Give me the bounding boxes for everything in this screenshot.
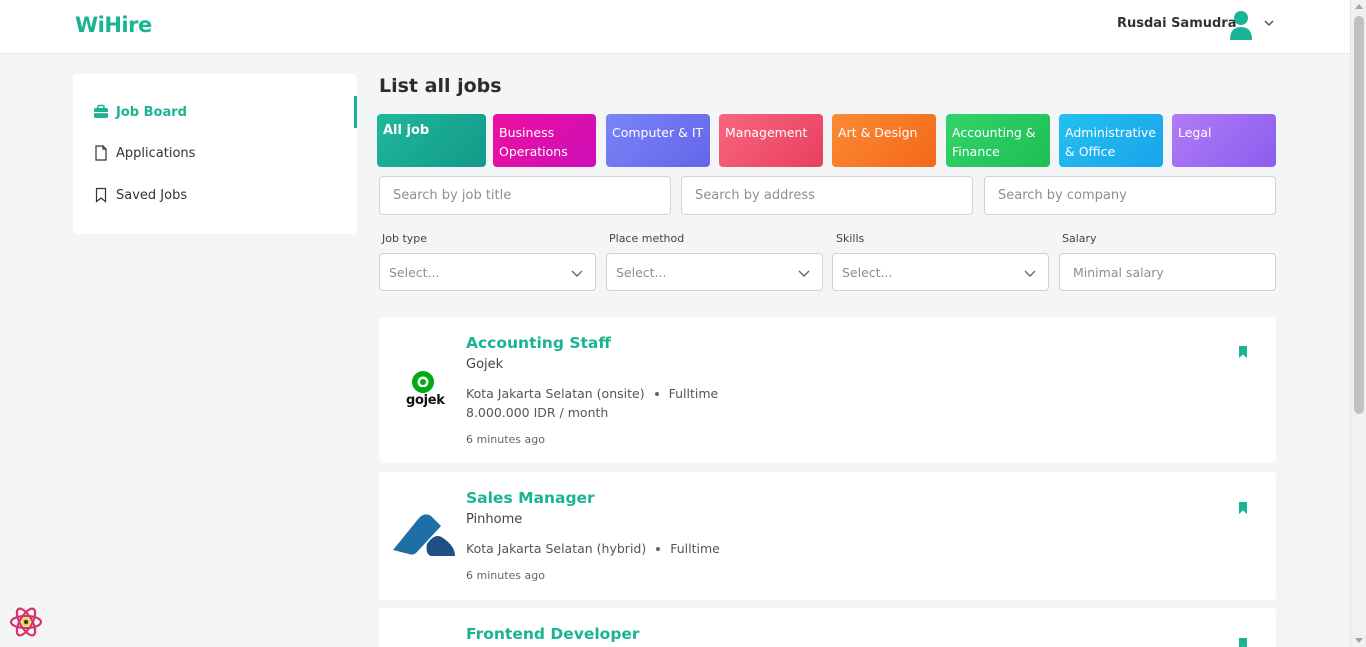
chevron-down-icon (1024, 270, 1036, 277)
pinhome-logo (391, 504, 457, 570)
bookmark-icon[interactable] (1238, 346, 1248, 358)
category-management[interactable]: Management (719, 114, 823, 167)
search-job-title-input[interactable] (379, 176, 671, 215)
sidebar-item-saved-jobs[interactable]: Saved Jobs (93, 187, 187, 203)
job-card[interactable]: Frontend Developer (379, 608, 1276, 647)
skills-select[interactable]: Select... (832, 253, 1049, 291)
sidebar-item-label: Applications (116, 145, 196, 161)
bookmark-icon[interactable] (1238, 638, 1248, 647)
category-legal[interactable]: Legal (1172, 114, 1276, 167)
scroll-thumb[interactable] (1354, 16, 1364, 414)
minimal-salary-input[interactable] (1059, 253, 1276, 291)
bookmark-icon[interactable] (1238, 502, 1248, 514)
document-icon (95, 145, 107, 161)
job-location: Kota Jakarta Selatan (onsite) (466, 386, 645, 401)
separator-dot (656, 546, 661, 551)
chevron-down-icon[interactable] (1264, 18, 1274, 28)
sidebar-item-label: Saved Jobs (116, 187, 188, 203)
job-salary: 8.000.000 IDR / month (466, 405, 609, 420)
job-title[interactable]: Frontend Developer (466, 625, 640, 643)
category-computer-it[interactable]: Computer & IT (606, 114, 710, 167)
place-method-select[interactable]: Select... (606, 253, 823, 291)
select-placeholder: Select... (389, 265, 440, 280)
gojek-logo: gojek (391, 357, 457, 423)
user-name[interactable]: Rusdai Samudra (1117, 16, 1237, 31)
chevron-down-icon (798, 270, 810, 277)
job-type-label: Job type (382, 232, 428, 245)
separator-dot (654, 391, 659, 396)
sidebar-item-job-board[interactable]: Job Board (93, 104, 187, 120)
select-placeholder: Select... (616, 265, 667, 280)
bookmark-icon (95, 187, 107, 203)
job-posted-time: 6 minutes ago (466, 433, 545, 446)
job-card[interactable]: Sales Manager Pinhome Kota Jakarta Selat… (379, 472, 1276, 600)
category-accounting-finance[interactable]: Accounting & Finance (946, 114, 1050, 167)
job-card[interactable]: gojek Accounting Staff Gojek Kota Jakart… (379, 317, 1276, 463)
active-indicator (354, 96, 357, 128)
job-title[interactable]: Accounting Staff (466, 334, 611, 352)
category-tabs: All job Business Operations Computer & I… (376, 114, 1276, 168)
sidebar: Job Board Applications Saved Jobs (73, 74, 357, 234)
job-company: Gojek (466, 357, 504, 372)
react-devtools-icon[interactable] (9, 605, 43, 639)
top-header: WiHire Rusdai Samudra (0, 0, 1350, 54)
user-avatar-icon[interactable] (1229, 10, 1253, 40)
chevron-down-icon (571, 270, 583, 277)
job-location: Kota Jakarta Selatan (hybrid) (466, 541, 647, 556)
sidebar-item-label: Job Board (116, 104, 187, 120)
search-address-input[interactable] (681, 176, 973, 215)
sidebar-item-applications[interactable]: Applications (93, 145, 195, 161)
category-all-job[interactable]: All job (377, 114, 486, 167)
job-type: Fulltime (668, 386, 719, 401)
skills-label: Skills (836, 232, 865, 245)
scroll-up-icon[interactable] (1355, 4, 1363, 9)
page-title: List all jobs (379, 75, 502, 97)
select-placeholder: Select... (842, 265, 893, 280)
category-art-design[interactable]: Art & Design (832, 114, 936, 167)
gojek-logo-icon (412, 371, 434, 393)
job-company: Pinhome (466, 512, 523, 527)
job-meta: Kota Jakarta Selatan (onsite) Fulltime (466, 386, 718, 401)
job-title[interactable]: Sales Manager (466, 489, 595, 507)
job-type-select[interactable]: Select... (379, 253, 596, 291)
job-type: Fulltime (670, 541, 720, 556)
job-posted-time: 6 minutes ago (466, 569, 545, 582)
scroll-down-icon[interactable] (1355, 638, 1363, 643)
search-company-input[interactable] (984, 176, 1276, 215)
page-scrollbar[interactable] (1350, 0, 1366, 647)
job-meta: Kota Jakarta Selatan (hybrid) Fulltime (466, 541, 720, 556)
app-logo[interactable]: WiHire (75, 13, 152, 37)
briefcase-icon (94, 104, 108, 118)
salary-label: Salary (1062, 232, 1097, 245)
gojek-logo-text: gojek (406, 393, 445, 408)
category-administrative-office[interactable]: Administrative & Office (1059, 114, 1163, 167)
category-business-operations[interactable]: Business Operations (493, 114, 596, 167)
place-method-label: Place method (609, 232, 685, 245)
pinhome-logo-icon (393, 514, 455, 556)
